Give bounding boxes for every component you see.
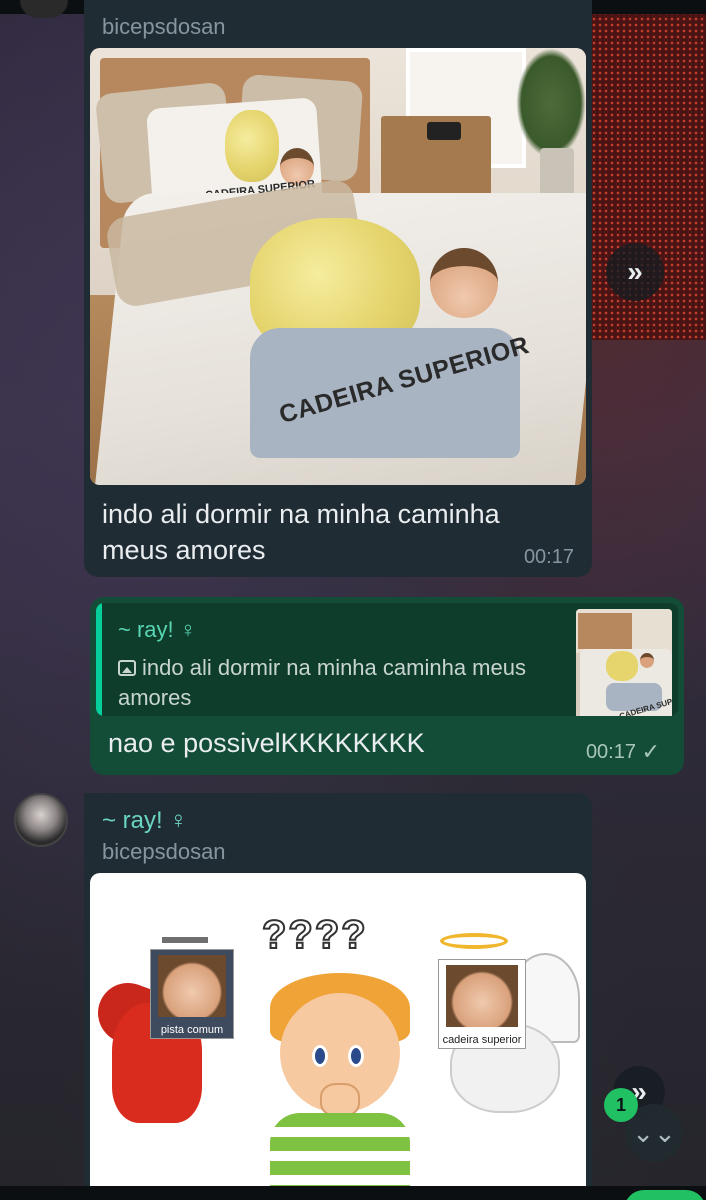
angel-halo — [440, 933, 508, 949]
card-label-left: pista comum — [160, 1024, 224, 1036]
bed-scene: CADEIRA SUPERIOR CADEIRA SUPERIOR — [90, 48, 586, 485]
send-button-edge[interactable] — [624, 1190, 706, 1200]
image-icon — [118, 660, 136, 676]
card-label-right: cadeira superior — [442, 1034, 522, 1046]
incoming-message-bubble[interactable]: ~ ray! ♀ bicepsdosan pista comum ???? ca… — [84, 793, 592, 1200]
sent-check-icon: ✓ — [641, 739, 660, 764]
outgoing-message-bubble[interactable]: ~ ray! ♀ indo ali dormir na minha caminh… — [90, 597, 684, 775]
face-cutout — [430, 248, 498, 318]
sender-avatar[interactable] — [14, 793, 68, 847]
quote-accent-bar — [96, 603, 102, 716]
message-text: indo ali dormir na minha caminha meus am… — [102, 499, 500, 565]
quoted-image-thumbnail: CADEIRA SUPERIOR — [576, 609, 672, 716]
sender-handle: bicepsdosan — [102, 839, 226, 864]
sender-handle: bicepsdosan — [102, 14, 226, 39]
double-chevron-down-icon: ⌄⌄ — [632, 1117, 676, 1148]
compose-bar-edge — [0, 1186, 706, 1200]
quoted-text-block: indo ali dormir na minha caminha meus am… — [118, 653, 558, 713]
photo-card-left: pista comum — [150, 949, 234, 1039]
alarm-clock — [427, 122, 461, 140]
message-text: nao e possivelKKKKKKKK — [108, 728, 425, 758]
quoted-text: indo ali dormir na minha caminha meus am… — [118, 655, 526, 710]
message-image-bed[interactable]: CADEIRA SUPERIOR CADEIRA SUPERIOR — [90, 48, 586, 485]
incoming-message-bubble[interactable]: bicepsdosan CADEIRA SUPERIOR CADEIRA SUP… — [84, 0, 592, 577]
devil-horns — [162, 913, 208, 943]
quoted-author: ~ ray! ♀ — [118, 617, 197, 642]
message-image-cartoon[interactable]: pista comum ???? cadeira superior — [90, 873, 586, 1200]
message-time: 00:17 — [585, 741, 636, 763]
quoted-message[interactable]: ~ ray! ♀ indo ali dormir na minha caminh… — [96, 603, 678, 716]
sender-name[interactable]: ~ ray! ♀ — [102, 807, 187, 835]
forward-icon: » — [627, 256, 643, 287]
forward-button[interactable]: » — [606, 243, 664, 301]
photo-card-right: cadeira superior — [438, 959, 526, 1049]
question-marks: ???? — [261, 912, 368, 958]
unread-count-badge: 1 — [604, 1088, 638, 1122]
plant — [516, 48, 586, 158]
message-time: 00:17 — [523, 546, 574, 568]
